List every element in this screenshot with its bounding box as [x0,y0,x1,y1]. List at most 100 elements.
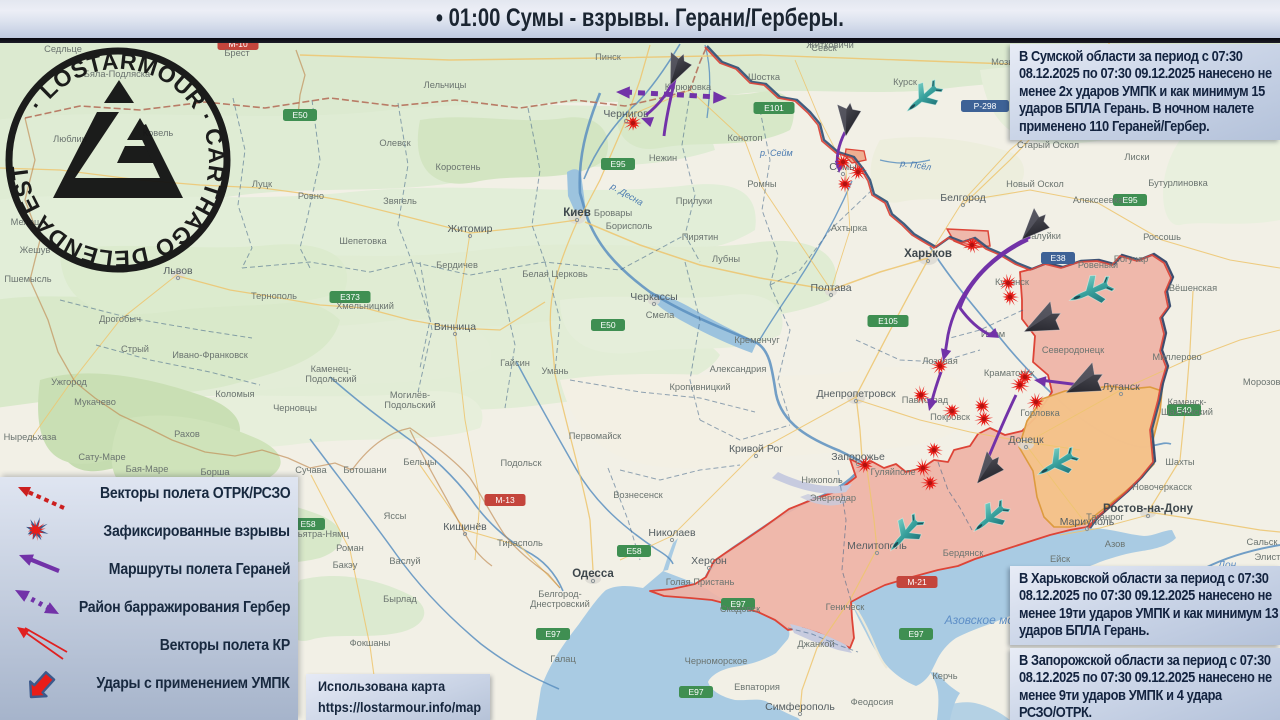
svg-text:Бердичев: Бердичев [436,260,478,270]
svg-text:Тирасполь: Тирасполь [497,538,543,548]
svg-text:Новочеркасск: Новочеркасск [1132,482,1193,492]
svg-text:Лиски: Лиски [1124,152,1149,162]
svg-text:Ныредьхаза: Ныредьхаза [4,432,58,442]
svg-text:E58: E58 [626,546,641,556]
svg-text:Смела: Смела [646,310,675,320]
svg-text:Лельчицы: Лельчицы [424,80,467,90]
svg-text:Каменец-: Каменец- [311,364,352,374]
svg-text:М-21: М-21 [907,577,927,587]
svg-text:Хмельницкий: Хмельницкий [336,301,394,311]
svg-text:Северодонецк: Северодонецк [1042,345,1105,355]
svg-text:Белая Церковь: Белая Церковь [522,269,588,279]
svg-text:Васлуй: Васлуй [389,556,420,566]
svg-text:Морозовск: Морозовск [1243,377,1280,387]
svg-text:Седльце: Седльце [44,44,82,54]
svg-text:Бровары: Бровары [594,208,633,218]
svg-text:Ужгород: Ужгород [51,377,87,387]
svg-text:Кропивницкий: Кропивницкий [669,382,730,392]
svg-text:р. Сейм: р. Сейм [759,148,793,158]
svg-text:Тернополь: Тернополь [251,291,297,301]
svg-text:Таганрог: Таганрог [1086,512,1124,522]
svg-text:Шахты: Шахты [1165,457,1194,467]
svg-text:Белгород: Белгород [940,192,986,204]
svg-text:Богучар: Богучар [1114,254,1149,264]
svg-text:Яссы: Яссы [384,511,407,521]
svg-text:Днепропетровск: Днепропетровск [816,388,895,400]
svg-text:E105: E105 [878,316,898,326]
svg-text:Рахов: Рахов [174,429,200,439]
svg-text:Брест: Брест [224,48,250,58]
svg-text:Николаев: Николаев [648,527,696,539]
svg-text:Е38: Е38 [1050,253,1065,263]
svg-text:Черновцы: Черновцы [273,403,317,413]
svg-text:Жешув: Жешув [20,245,51,255]
svg-text:Курск: Курск [893,77,918,87]
svg-text:E95: E95 [610,159,625,169]
svg-text:Элиста: Элиста [1255,552,1280,562]
svg-text:Прилуки: Прилуки [676,196,712,206]
svg-text:Новый Оскол: Новый Оскол [1006,179,1064,189]
svg-text:Дрогобыч: Дрогобыч [99,314,141,324]
svg-text:Шепетовка: Шепетовка [339,236,387,246]
svg-text:Шостка: Шостка [748,72,781,82]
svg-text:Звягель: Звягель [383,196,417,206]
svg-text:Бая-Маре: Бая-Маре [126,464,169,474]
svg-text:Ромны: Ромны [747,179,776,189]
svg-text:Кривой Рог: Кривой Рог [729,443,783,455]
svg-text:Ивано-Франковск: Ивано-Франковск [172,350,248,360]
svg-text:Бутурлиновка: Бутурлиновка [1148,178,1208,188]
svg-text:E97: E97 [908,629,923,639]
svg-text:Ейск: Ейск [1050,554,1071,564]
svg-text:Черкассы: Черкассы [630,291,677,303]
svg-text:Роман: Роман [336,543,364,553]
svg-text:Пьятра-Нямц: Пьятра-Нямц [291,529,349,539]
svg-text:Миллерово: Миллерово [1152,352,1201,362]
svg-text:Вёшенская: Вёшенская [1169,283,1217,293]
svg-text:Энергодар: Энергодар [810,493,856,503]
svg-text:Фокшаны: Фокшаны [350,638,391,648]
svg-text:E58: E58 [300,519,315,529]
svg-text:Нежин: Нежин [649,153,677,163]
svg-text:Скадовск: Скадовск [720,604,761,614]
svg-text:Кременчуг: Кременчуг [734,335,780,345]
svg-text:Россошь: Россошь [1143,232,1181,242]
svg-text:Ровно: Ровно [298,191,324,201]
svg-text:Р-298: Р-298 [974,101,997,111]
svg-text:Борша: Борша [200,467,230,477]
svg-text:Шахтинский: Шахтинский [1161,407,1213,417]
svg-text:Керчь: Керчь [932,671,957,681]
svg-text:E97: E97 [545,629,560,639]
svg-text:Лубны: Лубны [712,254,740,264]
svg-text:Луцк: Луцк [252,179,273,189]
svg-text:E50: E50 [292,110,307,120]
svg-text:Полтава: Полтава [810,282,851,294]
svg-text:E101: E101 [764,103,784,113]
svg-text:Гайсин: Гайсин [500,358,530,368]
svg-text:Джанкой: Джанкой [797,639,834,649]
svg-text:Пирятин: Пирятин [682,232,719,242]
svg-text:Могилёв-: Могилёв- [390,390,430,400]
svg-text:Сучава: Сучава [295,465,327,475]
svg-text:Подольский: Подольский [305,374,356,384]
svg-text:Херсон: Херсон [691,555,727,567]
svg-text:Днестровский: Днестровский [530,599,590,609]
svg-text:Луганск: Луганск [1102,381,1140,393]
svg-text:Сату-Маре: Сату-Маре [78,452,125,462]
svg-text:Черноморское: Черноморское [685,656,748,666]
svg-text:Бакэу: Бакэу [333,560,358,570]
svg-text:Гуляйполе: Гуляйполе [870,467,915,477]
svg-text:Геническ: Геническ [826,602,866,612]
svg-text:Ровеньки: Ровеньки [1078,260,1118,270]
svg-text:Киев: Киев [563,207,591,219]
svg-text:Евпатория: Евпатория [734,682,780,692]
svg-text:Бырлад: Бырлад [383,594,417,604]
svg-text:Олевск: Олевск [379,138,411,148]
svg-text:Галац: Галац [550,654,576,664]
svg-text:Подольский: Подольский [384,400,435,410]
svg-text:Винница: Винница [434,321,476,333]
svg-text:Мукачево: Мукачево [74,397,116,407]
svg-text:Ахтырка: Ахтырка [831,223,868,233]
svg-text:Алексеевка: Алексеевка [1073,195,1124,205]
svg-text:Никополь: Никополь [801,475,843,485]
svg-text:Подольск: Подольск [500,458,542,468]
